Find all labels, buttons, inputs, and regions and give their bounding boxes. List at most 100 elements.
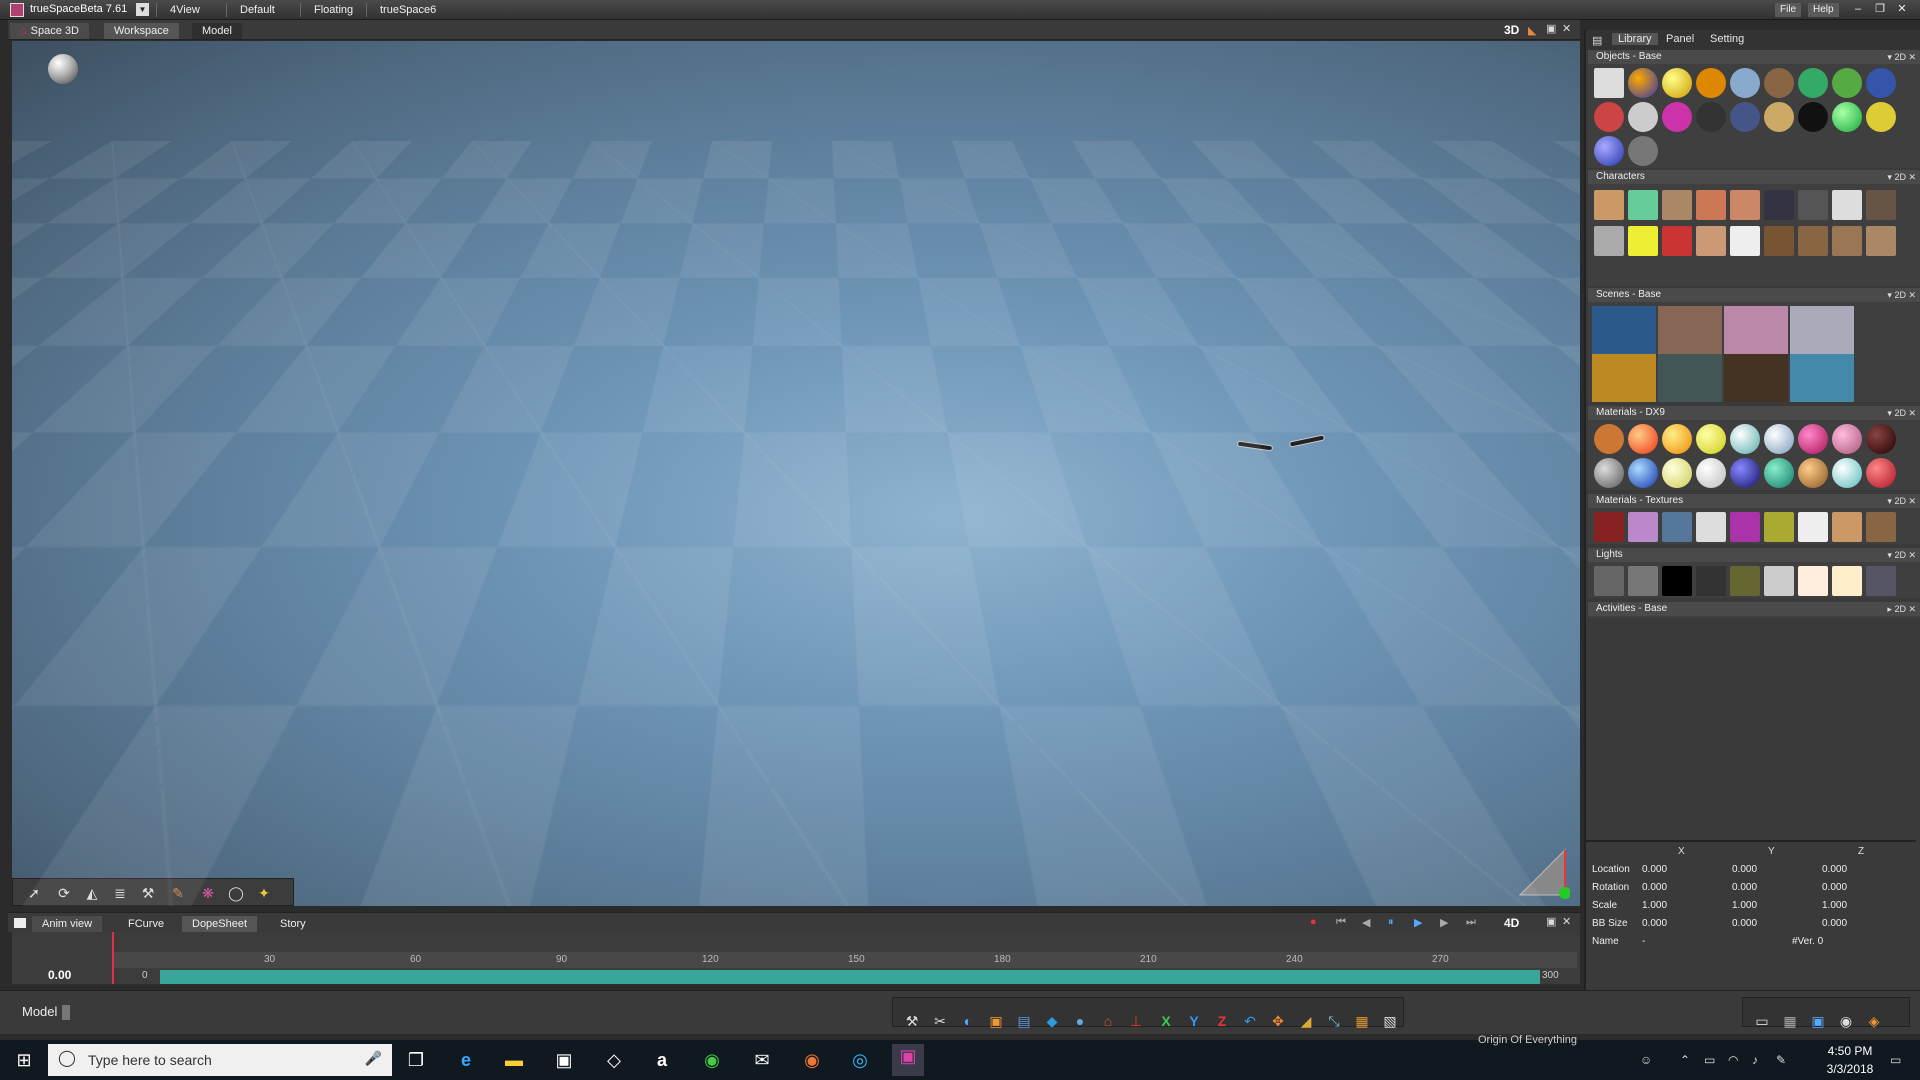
- texture-thumb[interactable]: [1594, 512, 1624, 542]
- time-value[interactable]: 0.00: [48, 968, 71, 982]
- section-controls[interactable]: ▾ 2D ✕: [1887, 548, 1916, 562]
- scene-thumb[interactable]: [1790, 354, 1854, 402]
- brush-icon[interactable]: ✎: [167, 882, 189, 904]
- character-thumb[interactable]: [1594, 190, 1624, 220]
- record-icon[interactable]: ●: [1310, 916, 1317, 928]
- camera-icon[interactable]: ◉: [1835, 1010, 1857, 1032]
- texture-thumb[interactable]: [1798, 512, 1828, 542]
- wifi-icon[interactable]: ◠: [1728, 1053, 1738, 1067]
- character-thumb[interactable]: [1628, 226, 1658, 256]
- scene-thumb[interactable]: [1724, 306, 1788, 354]
- location-x[interactable]: 0.000: [1642, 864, 1667, 875]
- balls-icon[interactable]: ❋: [197, 882, 219, 904]
- tab-library[interactable]: Library: [1612, 33, 1658, 45]
- object-thumb[interactable]: [1662, 68, 1692, 98]
- name-value[interactable]: -: [1642, 936, 1645, 947]
- material-thumb[interactable]: [1594, 458, 1624, 488]
- texture-thumb[interactable]: [1764, 512, 1794, 542]
- object-thumb[interactable]: [1832, 102, 1862, 132]
- anim-mode-label[interactable]: 4D: [1504, 916, 1519, 930]
- light-thumb[interactable]: [1832, 566, 1862, 596]
- truespace-taskbar-icon[interactable]: ▣: [892, 1044, 924, 1076]
- viewport-mode-label[interactable]: 3D: [1504, 23, 1519, 37]
- material-thumb[interactable]: [1628, 458, 1658, 488]
- pause-icon[interactable]: ⏸: [1388, 916, 1394, 929]
- mail-icon[interactable]: ✉: [750, 1048, 774, 1072]
- object-thumb[interactable]: [1866, 102, 1896, 132]
- character-thumb[interactable]: [1866, 226, 1896, 256]
- object-thumb[interactable]: [1662, 102, 1692, 132]
- section-header[interactable]: Characters ▾ 2D ✕: [1588, 170, 1920, 184]
- texture-thumb[interactable]: [1662, 512, 1692, 542]
- step-back-icon[interactable]: ◀: [1362, 916, 1370, 929]
- material-thumb[interactable]: [1662, 424, 1692, 454]
- crate-icon[interactable]: ▦: [1351, 1010, 1373, 1032]
- anim-timeline[interactable]: 0.00 30 60 90 120 150 180 210 240 270 0 …: [12, 932, 1580, 984]
- material-thumb[interactable]: [1764, 458, 1794, 488]
- rotate-view-icon[interactable]: ⟳: [53, 882, 75, 904]
- view-icon[interactable]: ▭: [1751, 1010, 1773, 1032]
- section-controls[interactable]: ▸ 2D ✕: [1887, 602, 1916, 616]
- people-icon[interactable]: ☺: [1640, 1053, 1652, 1067]
- section-controls[interactable]: ▾ 2D ✕: [1887, 50, 1916, 64]
- monitor-icon[interactable]: ▣: [1807, 1010, 1829, 1032]
- tab-panel[interactable]: Panel: [1666, 33, 1694, 45]
- material-thumb[interactable]: [1730, 424, 1760, 454]
- rotation-z[interactable]: 0.000: [1822, 882, 1847, 893]
- object-icon[interactable]: ◢: [1295, 1010, 1317, 1032]
- ring-icon[interactable]: ◯: [225, 882, 247, 904]
- timeline-range-bar[interactable]: [160, 970, 1540, 984]
- axis-gizmo-icon[interactable]: [1515, 845, 1570, 900]
- app-icon[interactable]: ◎: [848, 1048, 872, 1072]
- texture-thumb[interactable]: [1866, 512, 1896, 542]
- battery-icon[interactable]: ▭: [1704, 1053, 1715, 1067]
- character-thumb[interactable]: [1662, 226, 1692, 256]
- object-thumb[interactable]: [1764, 68, 1794, 98]
- scene-thumb[interactable]: [1658, 306, 1722, 354]
- material-thumb[interactable]: [1628, 424, 1658, 454]
- notifications-icon[interactable]: ▭: [1890, 1053, 1901, 1067]
- location-z[interactable]: 0.000: [1822, 864, 1847, 875]
- texture-thumb[interactable]: [1832, 512, 1862, 542]
- playhead[interactable]: [112, 932, 114, 984]
- chrome-icon[interactable]: ◉: [700, 1048, 724, 1072]
- step-forward-icon[interactable]: ▶: [1440, 916, 1448, 929]
- object-thumb[interactable]: [1628, 68, 1658, 98]
- restore-icon[interactable]: ❐: [1872, 2, 1888, 17]
- close-anim-icon[interactable]: ✕: [1562, 915, 1571, 928]
- magnet-icon[interactable]: ◐: [957, 1010, 979, 1032]
- volume-icon[interactable]: ♪: [1752, 1053, 1758, 1067]
- house-icon[interactable]: ⌂: [1097, 1010, 1119, 1032]
- undo-icon[interactable]: ↶: [1239, 1010, 1261, 1032]
- menu-floating[interactable]: Floating: [314, 4, 353, 16]
- character-thumb[interactable]: [1730, 190, 1760, 220]
- scale-icon[interactable]: ⤡: [1323, 1010, 1345, 1032]
- file-explorer-icon[interactable]: ▬: [502, 1048, 526, 1072]
- clock-time[interactable]: 4:50 PM: [1810, 1044, 1890, 1058]
- light-thumb[interactable]: [1798, 566, 1828, 596]
- section-header[interactable]: Materials - Textures ▾ 2D ✕: [1588, 494, 1920, 508]
- section-controls[interactable]: ▾ 2D ✕: [1887, 288, 1916, 302]
- scale-z[interactable]: 1.000: [1822, 900, 1847, 911]
- object-thumb[interactable]: [1798, 102, 1828, 132]
- light-thumb[interactable]: [1628, 566, 1658, 596]
- stack-icon[interactable]: ≣: [109, 882, 131, 904]
- light-thumb[interactable]: [1764, 566, 1794, 596]
- object-thumb[interactable]: [1594, 68, 1624, 98]
- firefox-icon[interactable]: ◉: [800, 1048, 824, 1072]
- object-thumb[interactable]: [1594, 136, 1624, 166]
- play-icon[interactable]: ▶: [1414, 916, 1422, 929]
- task-view-icon[interactable]: ❐: [404, 1048, 428, 1072]
- wrench-tool-icon[interactable]: ⚒: [901, 1010, 923, 1032]
- object-thumb[interactable]: [1628, 136, 1658, 166]
- texture-thumb[interactable]: [1628, 512, 1658, 542]
- scene-thumb[interactable]: [1592, 354, 1656, 402]
- clock-date[interactable]: 3/3/2018: [1810, 1062, 1890, 1076]
- material-thumb[interactable]: [1662, 458, 1692, 488]
- character-thumb[interactable]: [1696, 226, 1726, 256]
- object-thumb[interactable]: [1866, 68, 1896, 98]
- close-icon[interactable]: ✕: [1894, 2, 1910, 17]
- character-thumb[interactable]: [1866, 190, 1896, 220]
- object-thumb[interactable]: [1730, 68, 1760, 98]
- material-thumb[interactable]: [1798, 458, 1828, 488]
